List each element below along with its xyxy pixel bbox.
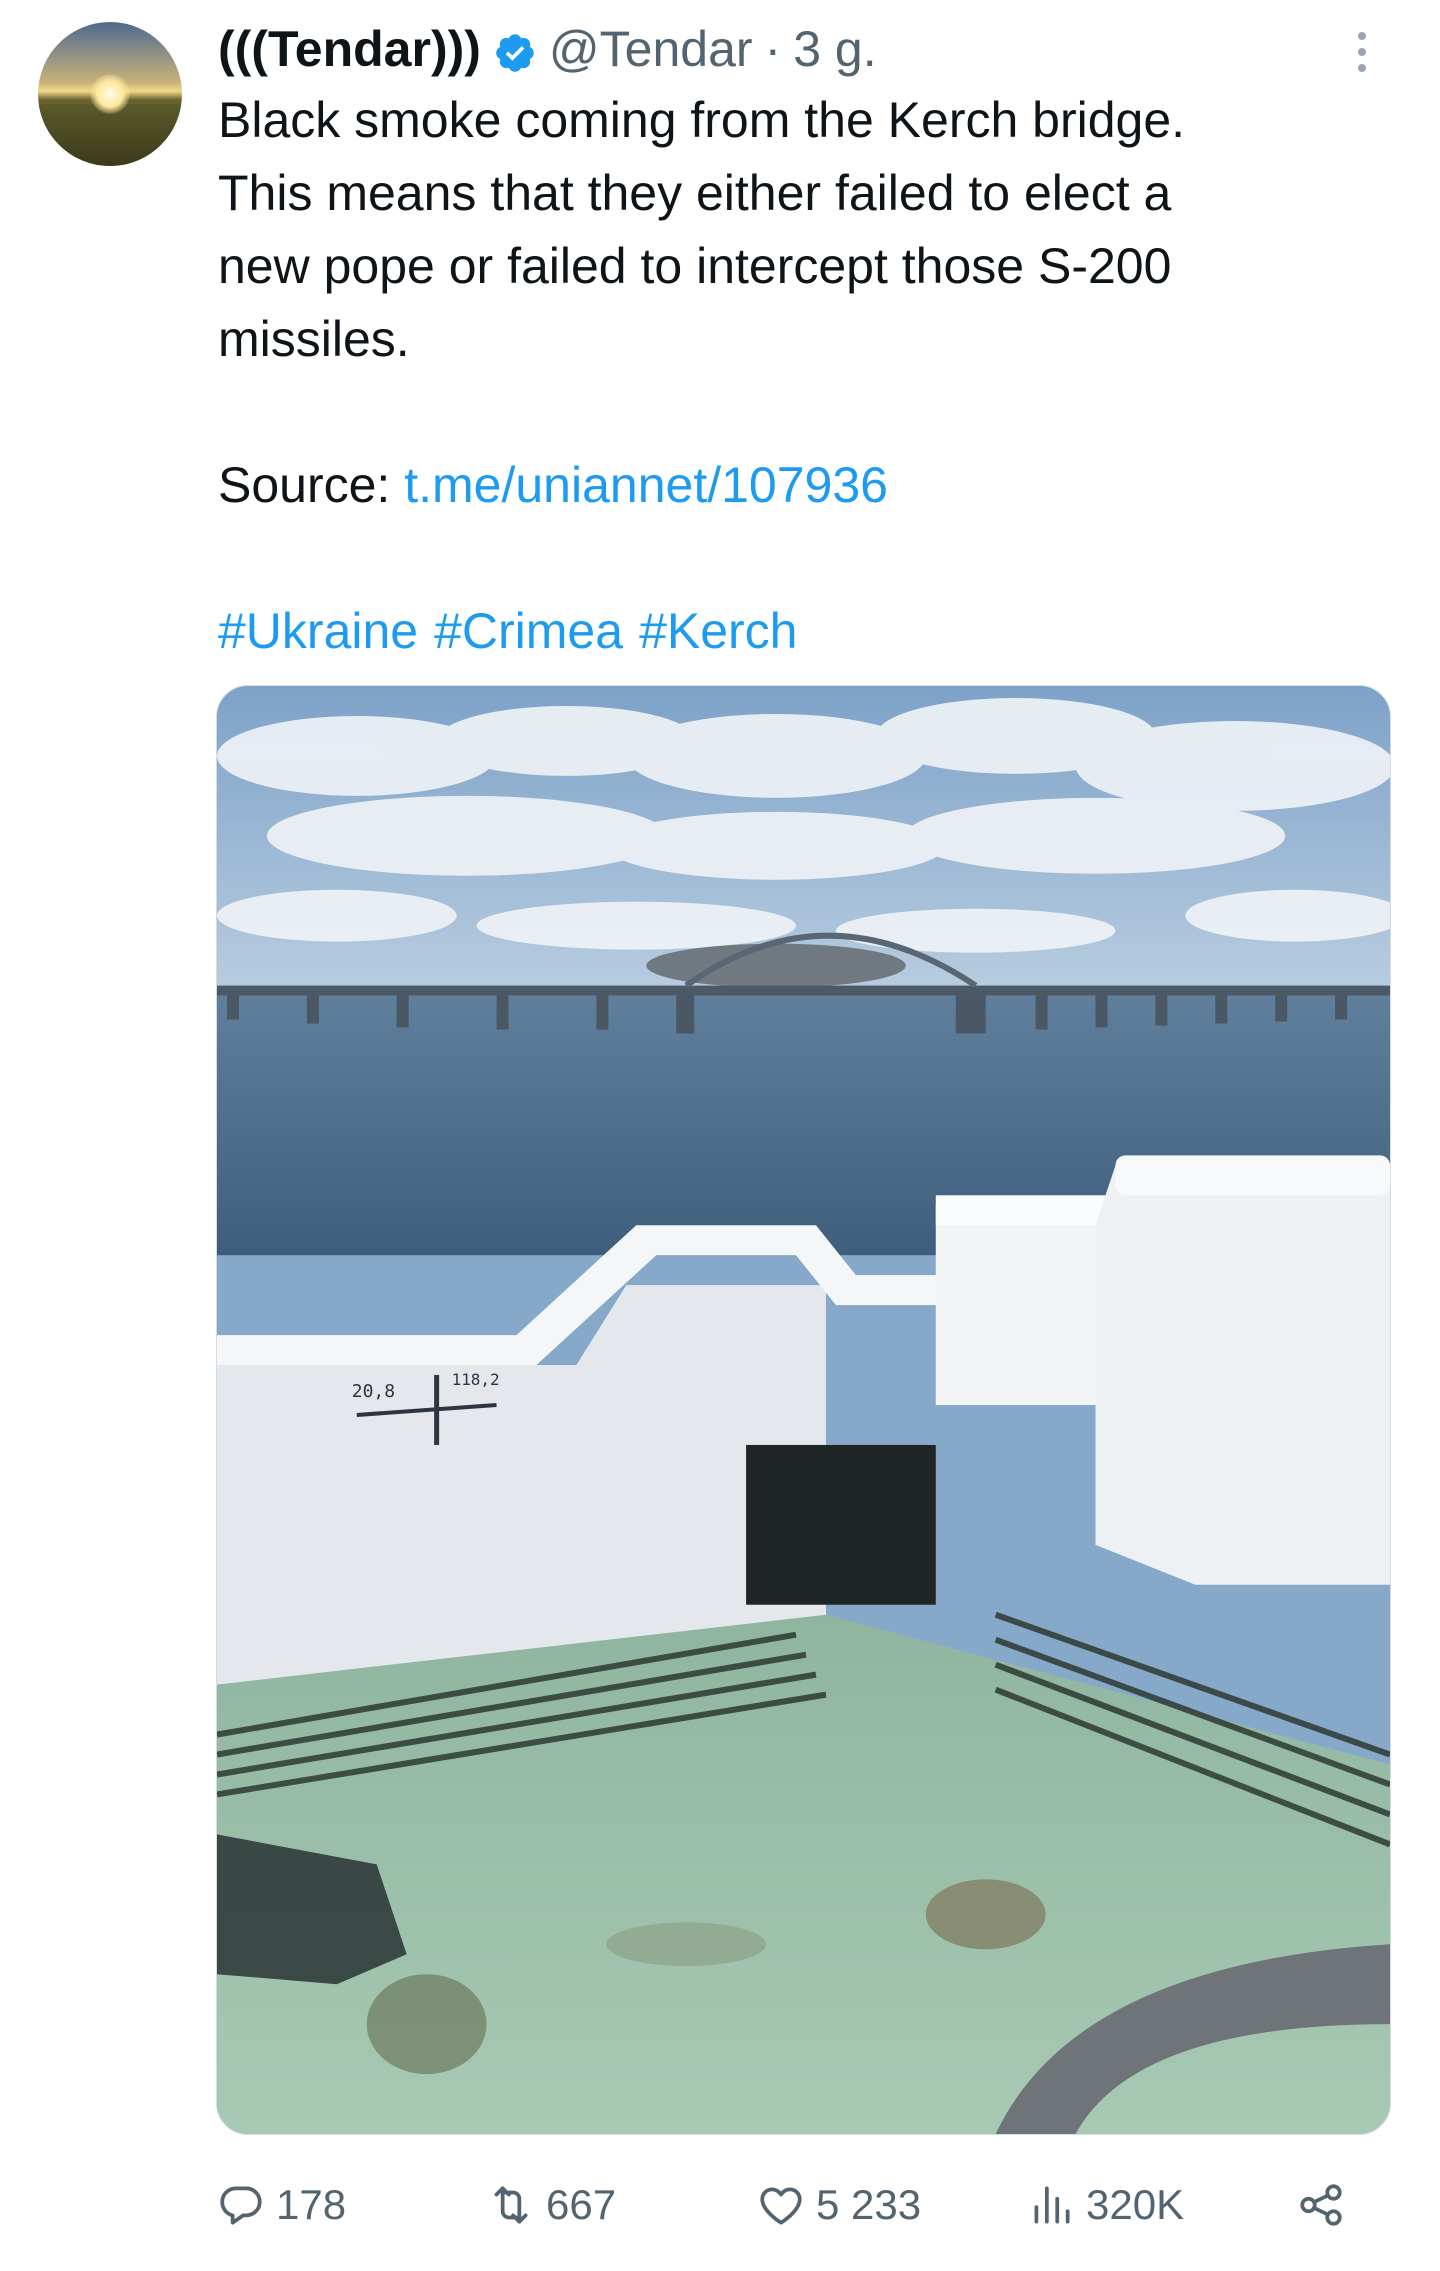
retweet-count: 667	[546, 2181, 617, 2228]
display-name[interactable]: (((Tendar)))	[218, 18, 481, 80]
avatar[interactable]	[38, 22, 182, 166]
source-line: Source: t.me/uniannet/107936	[218, 449, 1378, 522]
hull-marking-right: 118,2	[452, 1370, 500, 1389]
hashtag-kerch[interactable]: #Kerch	[639, 595, 797, 668]
retweet-icon	[494, 2186, 528, 2224]
share-icon	[1300, 2184, 1342, 2226]
hashtag-crimea[interactable]: #Crimea	[434, 595, 623, 668]
tweet-header: (((Tendar))) @Tendar · 3 g.	[218, 18, 877, 80]
tweet-media-image[interactable]: 20,8 118,2	[216, 685, 1391, 2135]
separator: ·	[764, 21, 782, 77]
share-button[interactable]	[1296, 2170, 1346, 2240]
like-count: 5 233	[816, 2181, 922, 2228]
source-link[interactable]: t.me/uniannet/107936	[404, 457, 888, 513]
timestamp[interactable]: 3 g.	[793, 18, 876, 80]
views-count: 320K	[1086, 2181, 1185, 2228]
heart-icon	[760, 2187, 802, 2225]
action-bar: 178 667 5 233 320K	[216, 2170, 1396, 2240]
avatar-sun	[90, 74, 130, 114]
tweet-line: Black smoke coming from the Kerch bridge…	[218, 92, 1186, 148]
tweet-line: new pope or failed to intercept those S-…	[218, 238, 1172, 294]
hashtag-ukraine[interactable]: #Ukraine	[218, 595, 418, 668]
more-dot	[1358, 32, 1366, 40]
hull-marking-left: 20,8	[352, 1381, 395, 1402]
like-button[interactable]: 5 233	[756, 2170, 921, 2240]
hashtags: #Ukraine #Crimea #Kerch	[218, 595, 1378, 668]
photo-boat-deck-kerch-bridge: 20,8 118,2	[217, 686, 1390, 2134]
tweet-line: missiles.	[218, 311, 410, 367]
more-dots-icon[interactable]	[1340, 22, 1384, 82]
views-button[interactable]: 320K	[1026, 2170, 1184, 2240]
more-dot	[1358, 64, 1366, 72]
handle[interactable]: @Tendar	[549, 18, 753, 80]
reply-icon	[220, 2186, 262, 2225]
tweet: (((Tendar))) @Tendar · 3 g. Black smoke …	[0, 0, 1440, 2271]
views-chart-icon	[1034, 2186, 1070, 2224]
tweet-line: This means that they either failed to el…	[218, 165, 1172, 221]
verified-badge-icon	[493, 27, 537, 72]
tweet-text: Black smoke coming from the Kerch bridge…	[218, 84, 1378, 668]
retweet-button[interactable]: 667	[486, 2170, 616, 2240]
reply-count: 178	[276, 2181, 347, 2228]
reply-button[interactable]: 178	[216, 2170, 346, 2240]
source-label: Source:	[218, 457, 391, 513]
more-dot	[1358, 48, 1366, 56]
